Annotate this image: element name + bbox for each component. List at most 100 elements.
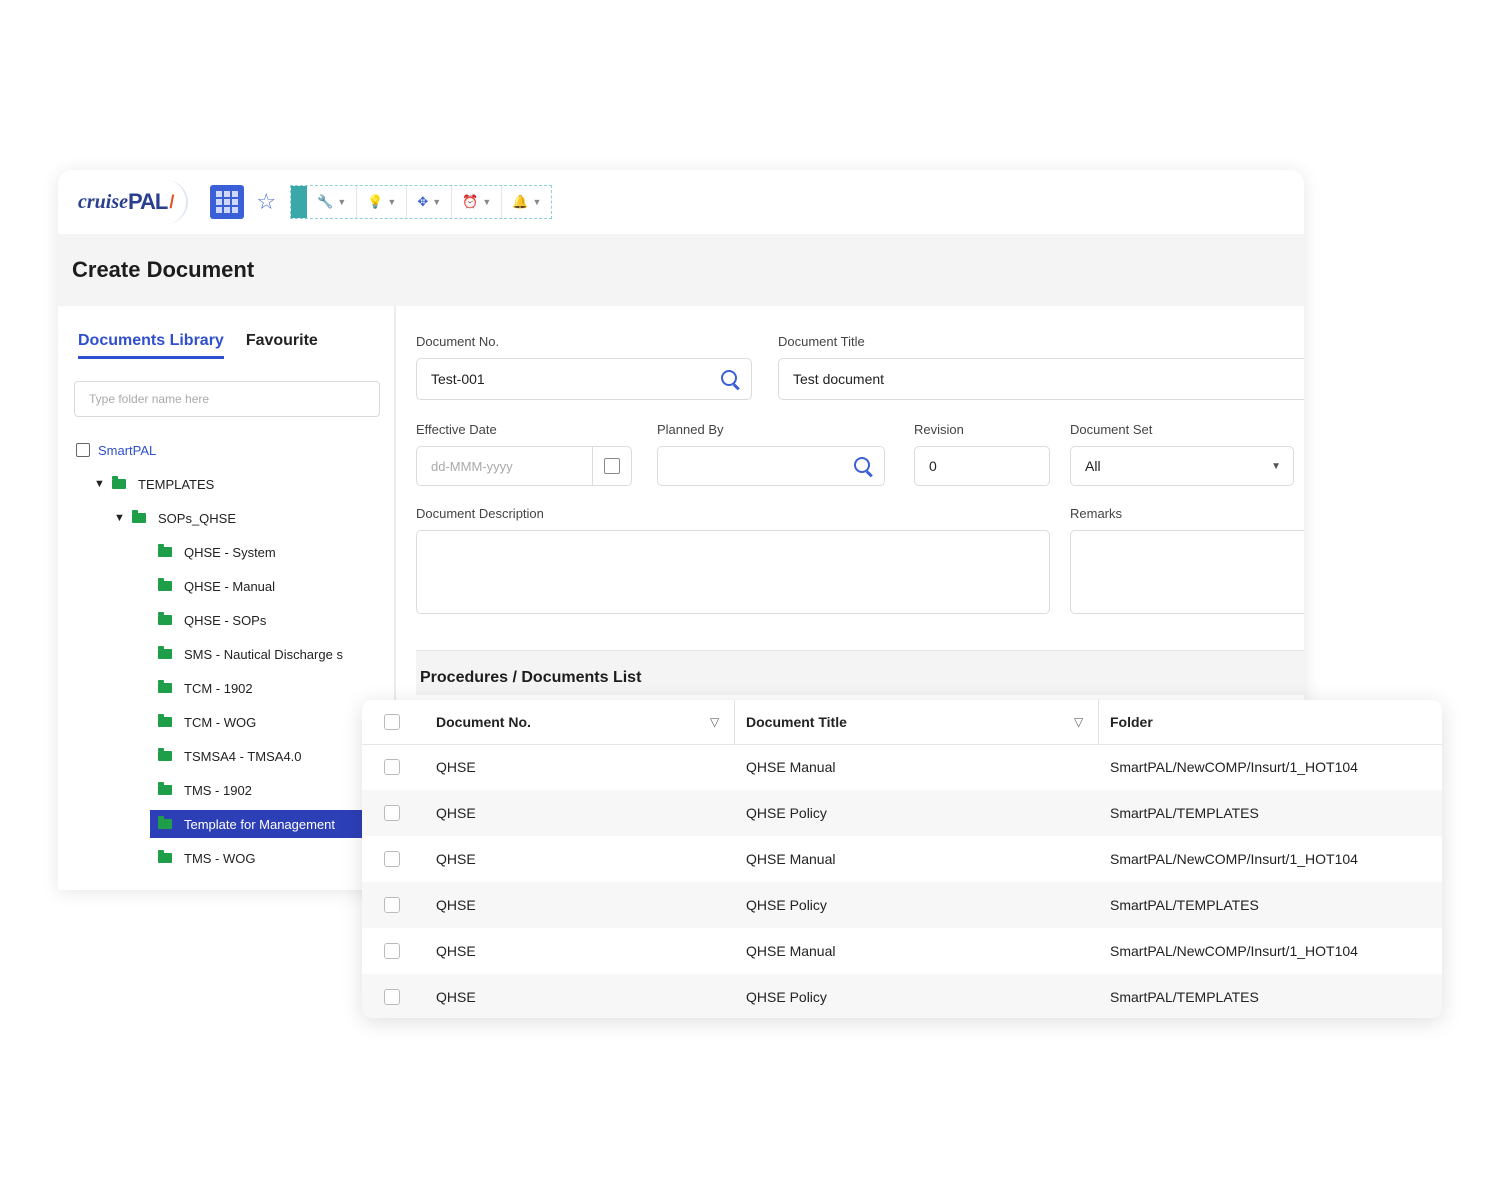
folder-icon: [112, 476, 126, 489]
chevron-down-icon: ▼: [94, 478, 105, 490]
folder-icon: [158, 714, 172, 727]
planned-by-label: Planned By: [657, 422, 724, 437]
table-row[interactable]: QHSE QHSE Manual SmartPAL/NewCOMP/Insurt…: [362, 744, 1442, 790]
tool-lightbulb[interactable]: 💡 ▼: [357, 186, 408, 218]
filter-icon[interactable]: ▽: [1074, 715, 1083, 729]
tree-node-child[interactable]: TMS - 1902: [58, 773, 394, 807]
doc-title-field[interactable]: Test document: [778, 358, 1304, 400]
tree-node-label: SMS - Nautical Discharge s: [184, 646, 343, 662]
tree-node-child[interactable]: TCM - WOG: [58, 705, 394, 739]
cell-doc-no: QHSE: [436, 805, 476, 821]
tab-documents-library[interactable]: Documents Library: [78, 332, 224, 359]
table-row[interactable]: QHSE QHSE Policy SmartPAL/TEMPLATES: [362, 790, 1442, 836]
document-set-select[interactable]: All ▼: [1070, 446, 1294, 486]
doc-title-label: Document Title: [778, 334, 865, 349]
search-icon[interactable]: [854, 457, 872, 475]
lightbulb-icon: 💡: [367, 194, 384, 209]
column-header-doc-title[interactable]: Document Title: [746, 714, 847, 730]
effective-date-field[interactable]: dd-MMM-yyyy: [416, 446, 632, 486]
revision-label: Revision: [914, 422, 964, 437]
folder-icon: [132, 510, 146, 523]
toolbar-handle[interactable]: [291, 186, 308, 218]
table-row[interactable]: QHSE QHSE Policy SmartPAL/TEMPLATES: [362, 882, 1442, 928]
column-header-folder[interactable]: Folder: [1110, 714, 1153, 730]
chevron-down-icon: ▼: [387, 197, 397, 207]
sidebar-tabs: Documents Library Favourite: [58, 306, 394, 359]
column-divider: [1098, 700, 1099, 744]
select-all-checkbox[interactable]: [384, 714, 400, 730]
tree-node-selected[interactable]: Template for Management: [58, 807, 394, 841]
cell-doc-no: QHSE: [436, 851, 476, 867]
folder-tree: SmartPAL ▼ TEMPLATES ▼ SOPs_QHSE QHSE - …: [58, 433, 394, 875]
tool-wrench[interactable]: 🔧 ▼: [307, 186, 358, 218]
tree-node-templates[interactable]: ▼ TEMPLATES: [58, 467, 394, 501]
tool-bell[interactable]: 🔔 ▼: [502, 186, 551, 218]
folder-icon: [158, 578, 172, 591]
apps-grid-button[interactable]: [210, 185, 245, 219]
folder-icon: [158, 850, 172, 863]
tree-node-child[interactable]: QHSE - System: [58, 535, 394, 569]
logo-text-pal: PAL: [128, 189, 168, 214]
cell-folder: SmartPAL/NewCOMP/Insurt/1_HOT104: [1110, 943, 1358, 959]
tree-node-label: TEMPLATES: [138, 476, 215, 492]
cell-doc-no: QHSE: [436, 759, 476, 775]
revision-field[interactable]: 0: [914, 446, 1050, 486]
wrench-icon: 🔧: [317, 194, 334, 209]
row-checkbox[interactable]: [384, 989, 400, 1005]
doc-no-field[interactable]: Test-001: [416, 358, 752, 400]
tree-node-label: TMS - WOG: [184, 850, 256, 866]
table-row[interactable]: QHSE QHSE Manual SmartPAL/NewCOMP/Insurt…: [362, 928, 1442, 974]
row-checkbox[interactable]: [384, 897, 400, 913]
favourite-star-icon[interactable]: ☆: [256, 189, 276, 215]
top-bar: cruise PAL / ☆ 🔧 ▼ 💡 ▼ ✥ ▼ ⏰ ▼ 🔔 ▼: [58, 170, 1304, 234]
tree-node-child[interactable]: SMS - Nautical Discharge s: [58, 637, 394, 671]
tree-node-child[interactable]: QHSE - Manual: [58, 569, 394, 603]
effective-date-placeholder: dd-MMM-yyyy: [431, 458, 513, 474]
cell-folder: SmartPAL/NewCOMP/Insurt/1_HOT104: [1110, 759, 1358, 775]
filter-icon[interactable]: ▽: [710, 715, 719, 729]
tree-node-child[interactable]: QHSE - SOPs: [58, 603, 394, 637]
row-checkbox[interactable]: [384, 759, 400, 775]
chevron-down-icon: ▼: [1271, 460, 1281, 472]
table-row[interactable]: QHSE QHSE Manual SmartPAL/NewCOMP/Insurt…: [362, 836, 1442, 882]
tree-node-label: SmartPAL: [98, 442, 157, 458]
planned-by-field[interactable]: [657, 446, 885, 486]
tool-compass[interactable]: ✥ ▼: [407, 186, 453, 218]
tree-node-sops-qhse[interactable]: ▼ SOPs_QHSE: [58, 501, 394, 535]
description-textarea[interactable]: [416, 530, 1050, 614]
calendar-icon[interactable]: [592, 447, 631, 485]
cell-doc-title: QHSE Policy: [746, 805, 827, 821]
tool-alarm[interactable]: ⏰ ▼: [452, 186, 503, 218]
cell-doc-no: QHSE: [436, 989, 476, 1005]
tab-favourite[interactable]: Favourite: [246, 332, 318, 359]
tree-node-child[interactable]: TSMSA4 - TMSA4.0: [58, 739, 394, 773]
tree-node-label: SOPs_QHSE: [158, 510, 237, 526]
description-label: Document Description: [416, 506, 544, 521]
folder-search-input[interactable]: [74, 381, 380, 417]
remarks-label: Remarks: [1070, 506, 1123, 521]
app-logo[interactable]: cruise PAL /: [78, 180, 189, 224]
table-row[interactable]: QHSE QHSE Policy SmartPAL/TEMPLATES: [362, 974, 1442, 1018]
tree-node-label: QHSE - SOPs: [184, 612, 267, 628]
remarks-textarea[interactable]: [1070, 530, 1304, 614]
column-header-doc-no[interactable]: Document No.: [436, 714, 531, 730]
effective-date-label: Effective Date: [416, 422, 497, 437]
folder-icon: [158, 748, 172, 761]
row-checkbox[interactable]: [384, 851, 400, 867]
row-checkbox[interactable]: [384, 943, 400, 959]
row-checkbox[interactable]: [384, 805, 400, 821]
tree-node-child[interactable]: TMS - WOG: [58, 841, 394, 875]
revision-value: 0: [929, 458, 937, 474]
tree-node-root[interactable]: SmartPAL: [58, 433, 394, 467]
cell-doc-title: QHSE Manual: [746, 759, 836, 775]
cell-folder: SmartPAL/TEMPLATES: [1110, 897, 1259, 913]
documents-table: Document No. ▽ Document Title ▽ Folder Q…: [362, 700, 1442, 1018]
tree-node-label: TMS - 1902: [184, 782, 252, 798]
tree-node-child[interactable]: TCM - 1902: [58, 671, 394, 705]
cell-doc-no: QHSE: [436, 943, 476, 959]
alarm-icon: ⏰: [462, 194, 479, 209]
chevron-down-icon: ▼: [114, 512, 125, 524]
chevron-down-icon: ▼: [482, 197, 492, 207]
search-icon[interactable]: [721, 370, 739, 388]
cell-folder: SmartPAL/TEMPLATES: [1110, 989, 1259, 1005]
